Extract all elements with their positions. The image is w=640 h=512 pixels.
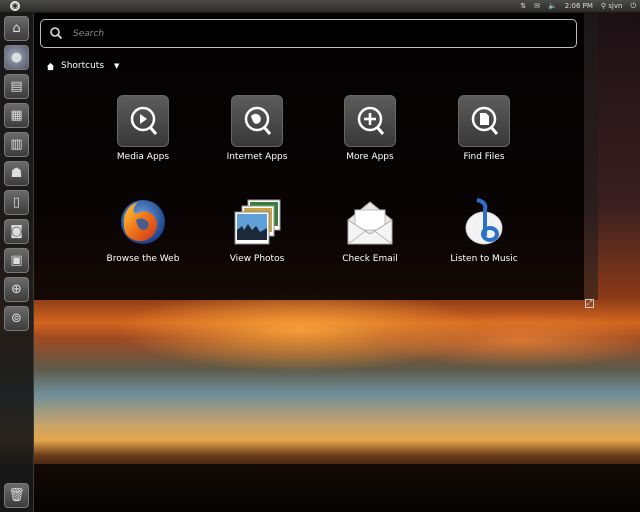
envelope-icon bbox=[343, 196, 397, 250]
clock[interactable]: 2:06 PM bbox=[565, 1, 593, 11]
globe-lens-icon bbox=[230, 94, 284, 148]
camera-icon[interactable]: ◙ bbox=[4, 219, 29, 244]
indicator-area: ⇅ ✉ 🔈 2:06 PM ⚲ sjvn ⏻ bbox=[520, 1, 636, 11]
group-internet-apps[interactable]: Internet Apps bbox=[202, 94, 312, 184]
resize-handle-icon[interactable]: ⤢ bbox=[585, 299, 594, 308]
shortcuts-filter[interactable]: Shortcuts ▼ bbox=[46, 59, 119, 73]
home-icon bbox=[46, 62, 55, 70]
files-lens-icon[interactable]: ⊚ bbox=[4, 306, 29, 331]
group-label: More Apps bbox=[346, 152, 394, 162]
firefox-icon bbox=[116, 196, 170, 250]
play-lens-icon bbox=[116, 94, 170, 148]
app-check-email[interactable]: Check Email bbox=[315, 196, 425, 286]
ubuntu-logo-icon[interactable]: ◉ bbox=[10, 1, 20, 11]
wallpaper-horizon bbox=[0, 464, 640, 512]
app-view-photos[interactable]: View Photos bbox=[202, 196, 312, 286]
search-box[interactable] bbox=[40, 19, 577, 48]
file-lens-icon bbox=[457, 94, 511, 148]
spreadsheet-icon[interactable]: ▦ bbox=[4, 103, 29, 128]
photos-icon bbox=[230, 196, 284, 250]
top-panel: ◉ ⇅ ✉ 🔈 2:06 PM ⚲ sjvn ⏻ bbox=[0, 0, 640, 13]
group-more-apps[interactable]: More Apps bbox=[315, 94, 425, 184]
dash-edge bbox=[584, 12, 598, 300]
power-icon[interactable]: ⏻ bbox=[630, 1, 636, 11]
group-media-apps[interactable]: Media Apps bbox=[88, 94, 198, 184]
network-updown-icon[interactable]: ⇅ bbox=[520, 1, 526, 11]
plus-lens-icon bbox=[343, 94, 397, 148]
launcher: ⌂ ● ▤ ▦ ▥ ☗ ▯ ◙ ▣ ⊕ ⊚ bbox=[0, 13, 34, 512]
document-icon[interactable]: ▤ bbox=[4, 74, 29, 99]
shortcuts-label: Shortcuts bbox=[61, 61, 105, 71]
app-label: Browse the Web bbox=[106, 254, 180, 264]
presentation-icon[interactable]: ▥ bbox=[4, 132, 29, 157]
speaker-icon[interactable]: 🔈 bbox=[548, 1, 557, 11]
group-find-files[interactable]: Find Files bbox=[429, 94, 539, 184]
user-menu[interactable]: ⚲ sjvn bbox=[601, 1, 623, 11]
workspaces-icon[interactable]: ▣ bbox=[4, 248, 29, 273]
group-label: Internet Apps bbox=[226, 152, 288, 162]
shopping-bag-icon[interactable]: ☗ bbox=[4, 161, 29, 186]
search-input[interactable] bbox=[73, 24, 553, 44]
apps-lens-icon[interactable]: ⊕ bbox=[4, 277, 29, 302]
envelope-icon[interactable]: ✉ bbox=[534, 1, 540, 11]
group-label: Media Apps bbox=[116, 152, 170, 162]
clipboard-icon[interactable]: ▯ bbox=[4, 190, 29, 215]
home-icon[interactable]: ⌂ bbox=[4, 16, 29, 41]
app-browse-the-web[interactable]: Browse the Web bbox=[88, 196, 198, 286]
chevron-down-icon: ▼ bbox=[114, 62, 120, 70]
user-icon: ⚲ bbox=[600, 2, 607, 10]
firefox-icon[interactable]: ● bbox=[4, 45, 29, 70]
app-listen-to-music[interactable]: Listen to Music bbox=[429, 196, 539, 286]
app-label: Listen to Music bbox=[450, 254, 518, 264]
music-note-icon bbox=[457, 196, 511, 250]
username: sjvn bbox=[608, 2, 623, 10]
app-label: View Photos bbox=[229, 254, 285, 264]
app-label: Check Email bbox=[342, 254, 398, 264]
trash-icon[interactable]: 🗑 bbox=[4, 483, 29, 508]
group-label: Find Files bbox=[463, 152, 505, 162]
search-icon bbox=[50, 27, 63, 40]
